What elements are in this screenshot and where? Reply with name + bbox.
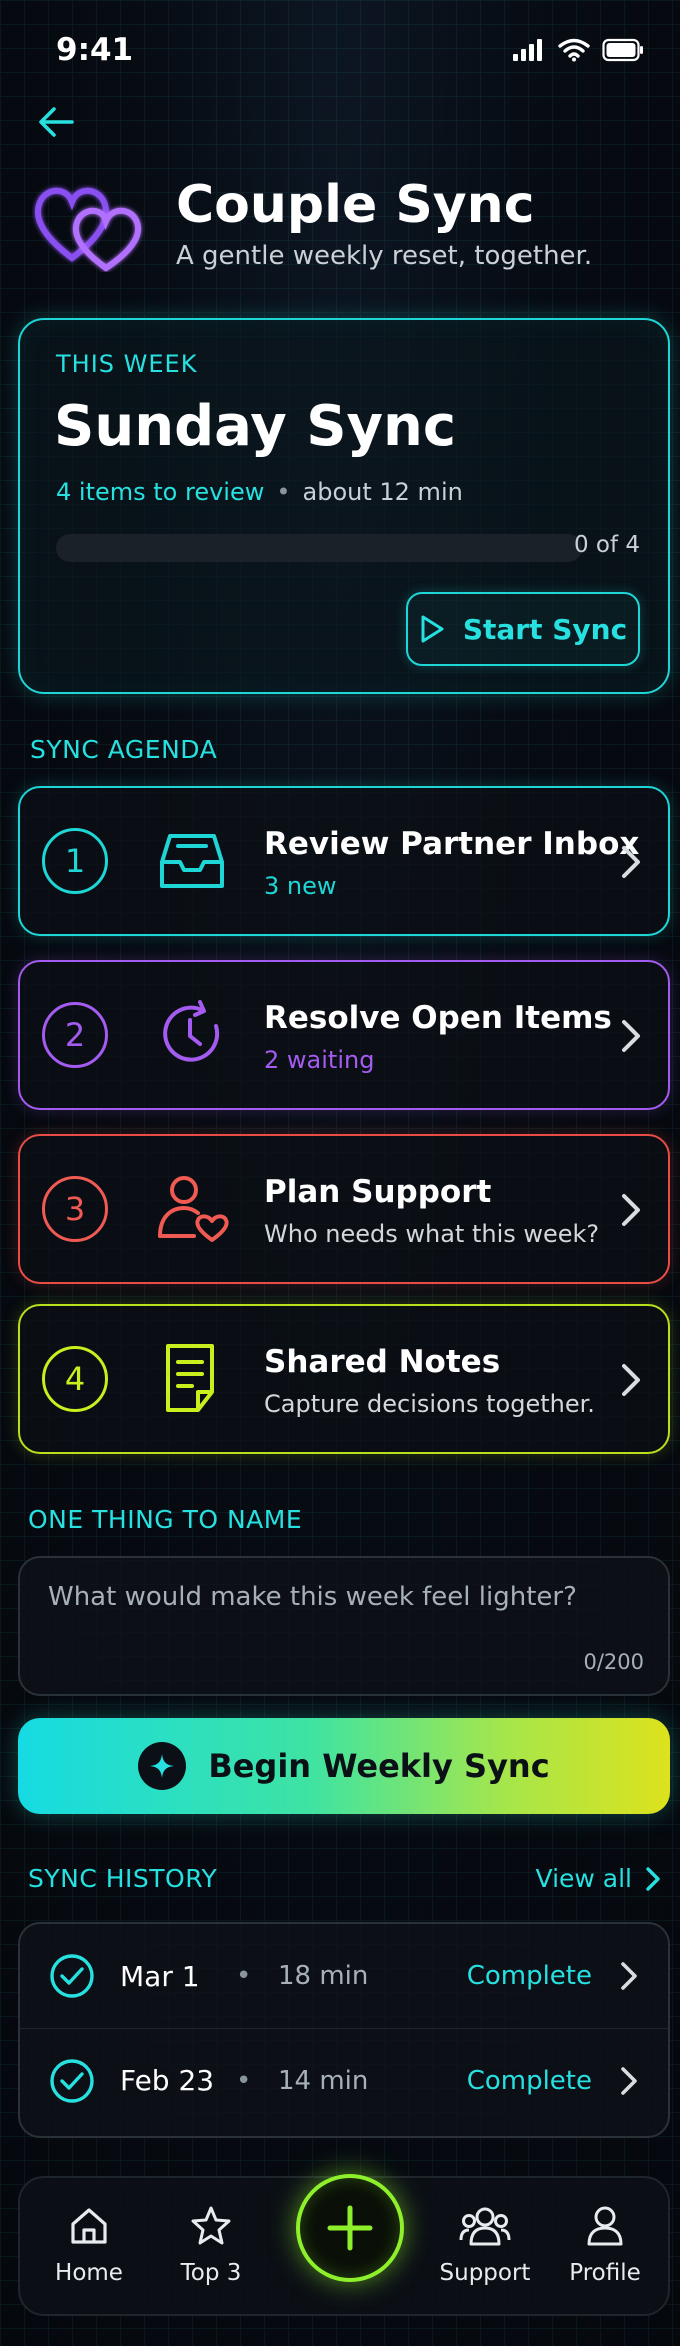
note-icon	[166, 1344, 214, 1412]
view-all-label: View all	[535, 1864, 632, 1893]
history-row[interactable]: Feb 23 • 14 min Complete	[20, 2028, 668, 2132]
wifi-icon	[558, 38, 590, 62]
one-thing-label: ONE THING TO NAME	[28, 1505, 303, 1534]
history-date: Feb 23	[120, 2064, 215, 2097]
tab-label: Home	[55, 2260, 123, 2286]
agenda-number: 4	[42, 1346, 108, 1412]
chevron-right-icon	[622, 846, 640, 878]
history-date: Mar 1	[120, 1959, 200, 1993]
app-title: Couple Sync	[176, 175, 535, 236]
app-subtitle: A gentle weekly reset, together.	[176, 240, 593, 271]
items-to-review: 4 items to review	[56, 478, 265, 506]
meta-separator: •	[276, 478, 291, 506]
chevron-right-icon	[621, 1962, 637, 1990]
view-all-link[interactable]: View all	[536, 1864, 662, 1893]
agenda-item-shared-notes[interactable]: 4 Shared Notes Capture decisions togethe…	[18, 1304, 670, 1454]
chevron-right-icon	[622, 1194, 640, 1226]
sync-history-label: SYNC HISTORY	[28, 1864, 218, 1893]
begin-weekly-sync-label: Begin Weekly Sync	[208, 1747, 550, 1785]
check-circle-icon	[50, 2058, 94, 2103]
person-heart-icon	[158, 1176, 229, 1242]
chevron-right-icon	[622, 1020, 640, 1052]
begin-weekly-sync-button[interactable]: Begin Weekly Sync	[18, 1718, 670, 1814]
estimated-duration: about 12 min	[302, 478, 463, 506]
play-icon	[421, 615, 444, 643]
arrow-left-icon	[39, 107, 74, 137]
tab-label: Top 3	[180, 2260, 242, 2286]
history-status: Complete	[466, 2065, 592, 2096]
this-week-eyebrow: THIS WEEK	[56, 350, 198, 378]
agenda-subtitle: Who needs what this week?	[264, 1220, 600, 1248]
agenda-subtitle: Capture decisions together.	[264, 1390, 595, 1418]
star-icon	[191, 2206, 231, 2245]
tab-home[interactable]: Home	[34, 2204, 144, 2286]
hearts-logo-icon	[34, 187, 142, 272]
sync-history-list: Mar 1 • 18 min Complete Feb 23 • 14 min …	[18, 1922, 670, 2138]
home-icon	[71, 2208, 107, 2244]
history-separator: •	[236, 2065, 252, 2096]
bottom-tab-bar: Home Top 3 Support Profile	[18, 2174, 670, 2316]
group-icon	[459, 2207, 511, 2246]
agenda-item-review-inbox[interactable]: 1 Review Partner Inbox 3 new	[18, 786, 670, 936]
agenda-title: Plan Support	[264, 1174, 492, 1210]
progress-count: 0 of 4	[573, 532, 640, 558]
add-button[interactable]	[296, 2174, 404, 2282]
this-week-title: Sunday Sync	[54, 394, 457, 459]
tab-support[interactable]: Support	[430, 2204, 540, 2286]
agenda-number: 2	[42, 1002, 108, 1068]
tab-profile[interactable]: Profile	[550, 2204, 660, 2286]
plus-icon	[327, 2205, 373, 2251]
status-bar: 9:41	[56, 28, 644, 72]
history-duration: 18 min	[278, 1961, 369, 1991]
history-separator: •	[236, 1961, 252, 1991]
sparkle-icon	[138, 1742, 187, 1790]
start-sync-label: Start Sync	[462, 612, 628, 646]
agenda-title: Shared Notes	[264, 1344, 501, 1380]
this-week-meta: 4 items to review • about 12 min	[56, 478, 463, 506]
check-circle-icon	[50, 1954, 94, 1998]
app-screen: 9:41 Couple Sync A gentle weekly reset, …	[0, 0, 680, 2346]
tab-label: Support	[439, 2260, 531, 2286]
tab-top-3[interactable]: Top 3	[156, 2204, 266, 2286]
history-duration: 14 min	[278, 2065, 369, 2096]
page-header: Couple Sync A gentle weekly reset, toget…	[32, 176, 592, 272]
sync-agenda-label: SYNC AGENDA	[30, 735, 218, 764]
one-thing-input[interactable]: What would make this week feel lighter? …	[18, 1556, 670, 1696]
inbox-icon	[160, 834, 224, 888]
clock-refresh-icon	[163, 1000, 220, 1062]
chevron-right-icon	[646, 1866, 660, 1891]
start-sync-button[interactable]: Start Sync	[406, 592, 640, 666]
signal-icon	[513, 39, 542, 61]
status-icons	[512, 38, 644, 62]
tab-label: Profile	[569, 2260, 641, 2286]
sync-progress-bar	[56, 534, 582, 562]
agenda-title: Review Partner Inbox	[264, 826, 640, 862]
one-thing-placeholder: What would make this week feel lighter?	[48, 1582, 577, 1612]
agenda-item-plan-support[interactable]: 3 Plan Support Who needs what this week?	[18, 1134, 670, 1284]
person-icon	[587, 2206, 623, 2246]
history-status: Complete	[466, 1961, 592, 1991]
agenda-subtitle: 2 waiting	[264, 1046, 375, 1074]
back-button[interactable]	[34, 100, 78, 144]
agenda-item-resolve-open[interactable]: 2 Resolve Open Items 2 waiting	[18, 960, 670, 1110]
character-counter: 0/200	[583, 1650, 644, 1674]
battery-icon	[602, 38, 643, 62]
agenda-subtitle: 3 new	[264, 872, 337, 900]
agenda-number: 3	[42, 1176, 108, 1242]
status-time: 9:41	[56, 32, 134, 68]
chevron-right-icon	[622, 1364, 640, 1396]
chevron-right-icon	[621, 2066, 637, 2095]
history-row[interactable]: Mar 1 • 18 min Complete	[20, 1924, 668, 2028]
agenda-number: 1	[42, 828, 108, 894]
agenda-title: Resolve Open Items	[264, 1000, 612, 1036]
this-week-card: THIS WEEK Sunday Sync 4 items to review …	[18, 318, 670, 694]
